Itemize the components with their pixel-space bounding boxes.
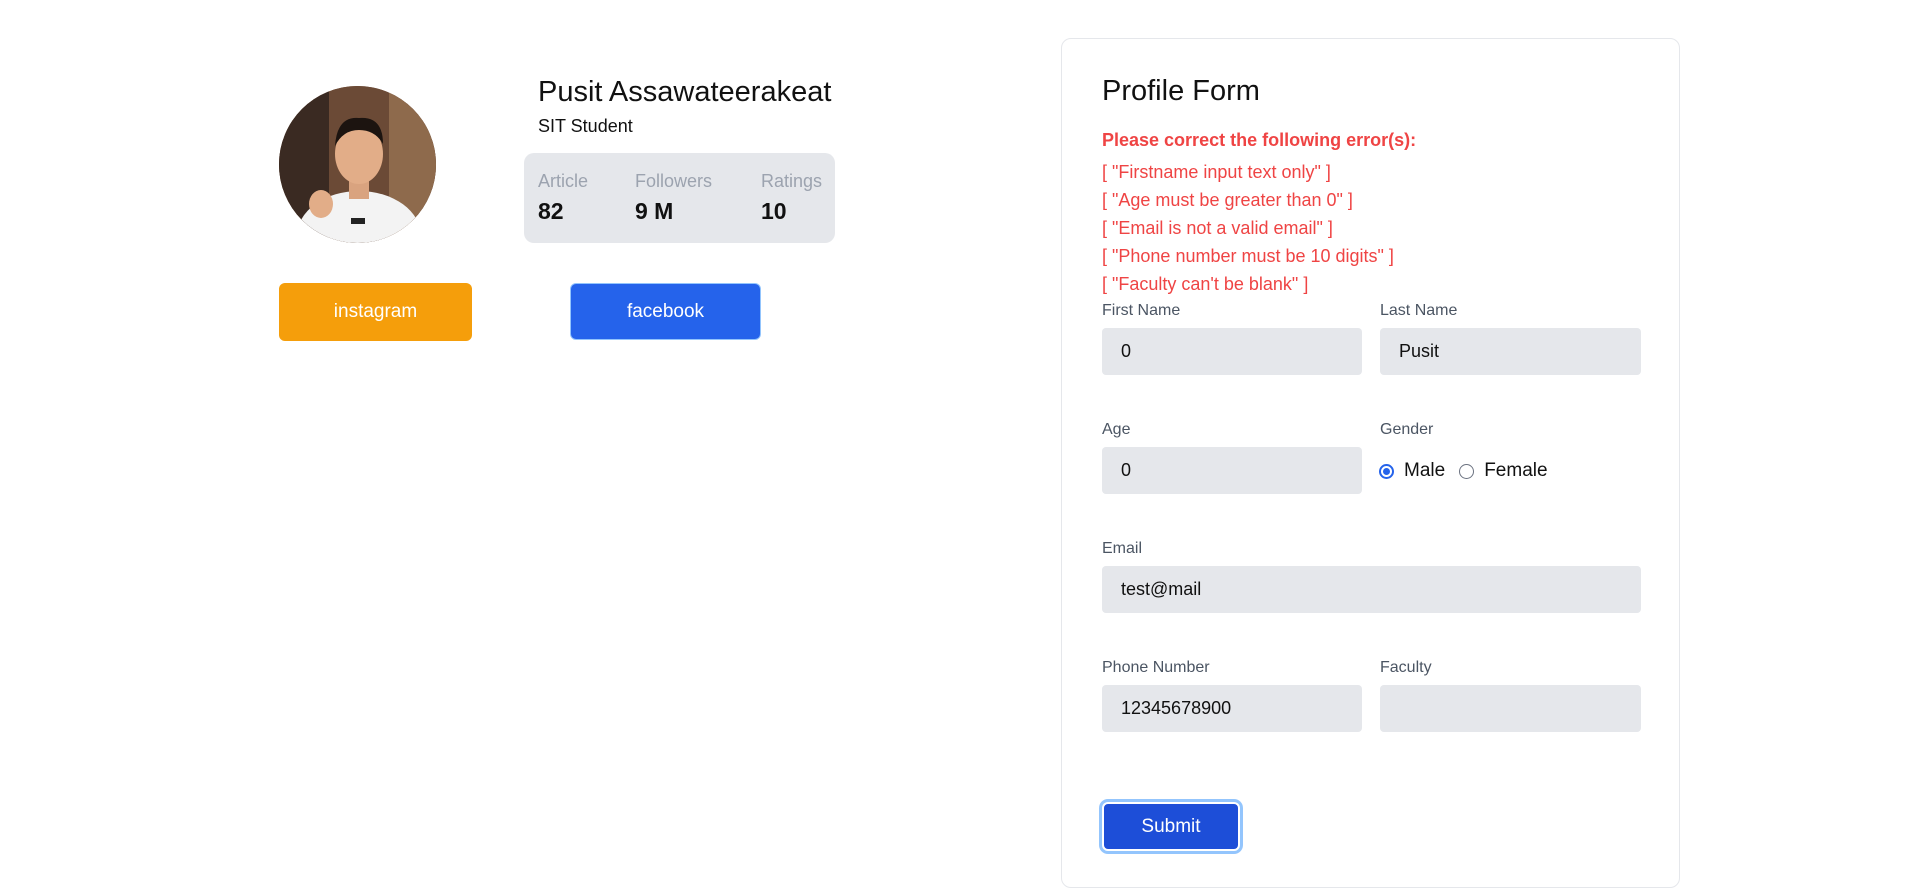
gender-male-label[interactable]: Male xyxy=(1404,460,1445,482)
submit-button[interactable]: Submit xyxy=(1102,802,1240,851)
phone-input[interactable] xyxy=(1102,685,1362,732)
faculty-input[interactable] xyxy=(1380,685,1641,732)
gender-female-radio[interactable] xyxy=(1459,463,1475,479)
stat-article: Article 82 xyxy=(538,171,588,225)
stat-label: Followers xyxy=(635,171,713,191)
stat-value: 9 M xyxy=(635,198,674,224)
stat-value: 10 xyxy=(761,198,787,224)
stat-value: 82 xyxy=(538,198,564,224)
profile-stats: Article 82 Followers 9 M Ratings 10 xyxy=(524,153,835,243)
age-label: Age xyxy=(1102,421,1131,438)
last-name-label: Last Name xyxy=(1380,302,1458,319)
profile-avatar xyxy=(279,86,436,243)
error-item: [ "Firstname input text only" ] xyxy=(1102,162,1331,182)
gender-female-label[interactable]: Female xyxy=(1484,460,1547,482)
error-list: [ "Firstname input text only" ] [ "Age m… xyxy=(1102,158,1394,298)
avatar-photo xyxy=(279,86,436,243)
gender-label: Gender xyxy=(1380,421,1434,438)
first-name-input[interactable] xyxy=(1102,328,1362,375)
first-name-label: First Name xyxy=(1102,302,1181,319)
profile-role: SIT Student xyxy=(538,116,633,136)
stat-ratings: Ratings 10 xyxy=(761,171,822,225)
error-item: [ "Phone number must be 10 digits" ] xyxy=(1102,246,1394,266)
email-input[interactable] xyxy=(1102,566,1641,613)
profile-form-card: Profile Form Please correct the followin… xyxy=(1061,38,1680,888)
faculty-label: Faculty xyxy=(1380,659,1432,676)
gender-radio-group: Male Female xyxy=(1379,460,1562,482)
error-item: [ "Faculty can't be blank" ] xyxy=(1102,274,1309,294)
facebook-button[interactable]: facebook xyxy=(570,283,761,340)
stat-label: Article xyxy=(538,171,589,191)
phone-label: Phone Number xyxy=(1102,659,1210,676)
profile-name: Pusit Assawateerakeat xyxy=(538,76,832,108)
error-heading: Please correct the following error(s): xyxy=(1102,130,1417,150)
error-item: [ "Age must be greater than 0" ] xyxy=(1102,190,1353,210)
last-name-input[interactable] xyxy=(1380,328,1641,375)
gender-male-radio[interactable] xyxy=(1379,463,1394,479)
error-item: [ "Email is not a valid email" ] xyxy=(1102,218,1333,238)
email-label: Email xyxy=(1102,540,1143,557)
stat-label: Ratings xyxy=(761,171,823,191)
form-title: Profile Form xyxy=(1102,75,1260,107)
age-input[interactable] xyxy=(1102,447,1362,494)
instagram-button[interactable]: instagram xyxy=(279,283,472,341)
stat-followers: Followers 9 M xyxy=(635,171,712,225)
